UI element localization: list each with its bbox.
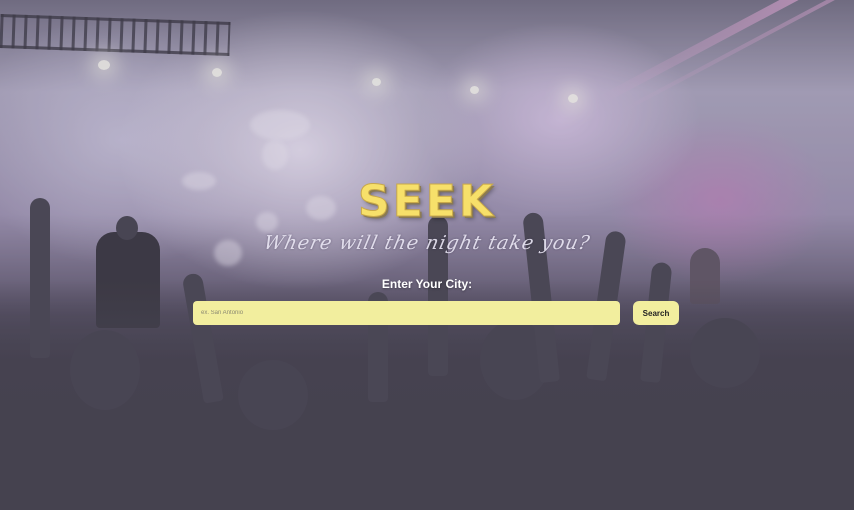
site-tagline: Where will the night take you? bbox=[261, 232, 593, 254]
search-button[interactable]: Search bbox=[633, 301, 679, 325]
background-tint bbox=[0, 0, 854, 510]
search-form: Search bbox=[193, 301, 679, 325]
city-input-label: Enter Your City: bbox=[381, 277, 473, 291]
city-search-input[interactable] bbox=[193, 301, 620, 325]
hero-section: SEEK Where will the night take you? bbox=[0, 176, 854, 254]
site-title: SEEK bbox=[358, 176, 496, 227]
concert-background-image bbox=[0, 0, 854, 510]
